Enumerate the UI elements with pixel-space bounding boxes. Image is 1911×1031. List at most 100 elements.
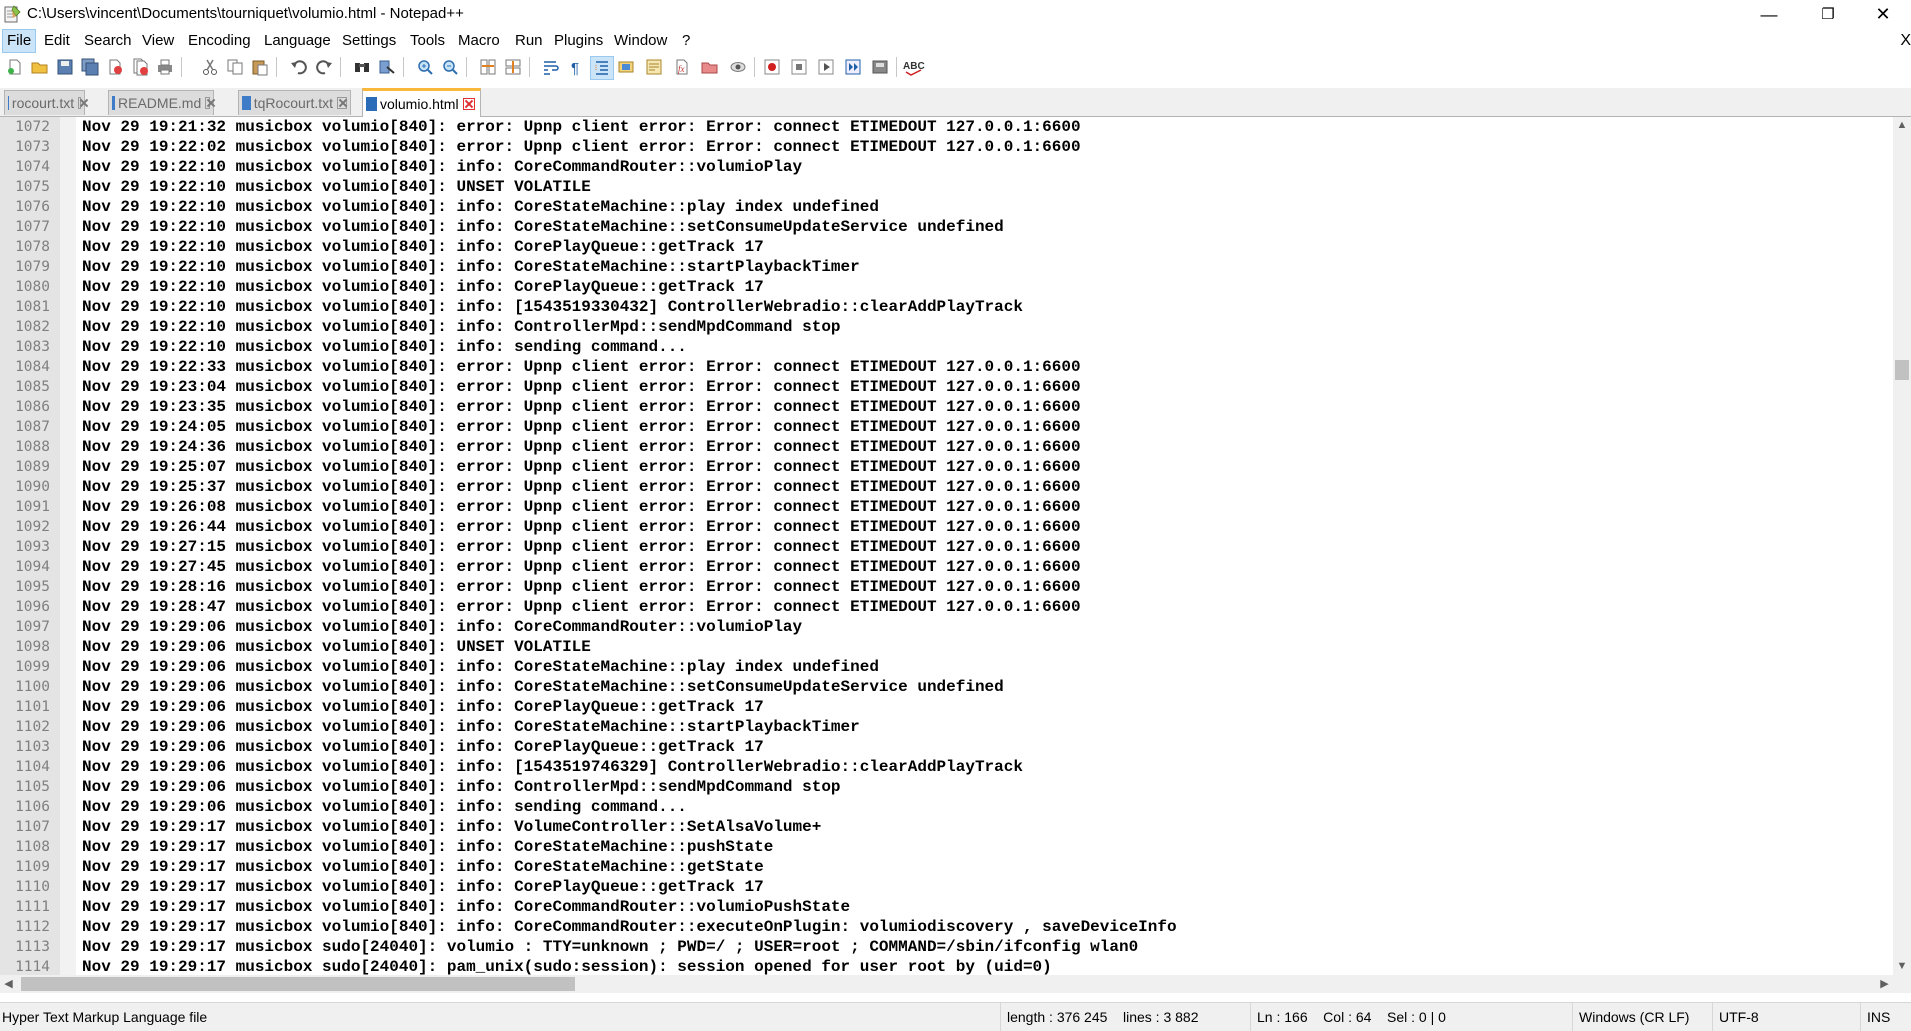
editor-line[interactable]: 1096 Nov 29 19:28:47 musicbox volumio[840… xyxy=(0,597,1893,617)
tab-close-icon[interactable] xyxy=(337,97,347,109)
line-text[interactable]: Nov 29 19:22:02 musicbox volumio[840]: e… xyxy=(82,137,1081,157)
scroll-down-icon[interactable]: ▼ xyxy=(1893,958,1911,975)
editor-line[interactable]: 1103 Nov 29 19:29:06 musicbox volumio[840… xyxy=(0,737,1893,757)
menu-tools[interactable]: Tools xyxy=(406,30,449,52)
open-file-icon[interactable] xyxy=(29,56,51,78)
line-text[interactable]: Nov 29 19:27:45 musicbox volumio[840]: e… xyxy=(82,557,1081,577)
editor-line[interactable]: 1080 Nov 29 19:22:10 musicbox volumio[840… xyxy=(0,277,1893,297)
line-text[interactable]: Nov 29 19:29:06 musicbox volumio[840]: U… xyxy=(82,637,591,657)
editor-line[interactable]: 1114 Nov 29 19:29:17 musicbox sudo[24040]… xyxy=(0,957,1893,975)
editor-line[interactable]: 1076 Nov 29 19:22:10 musicbox volumio[840… xyxy=(0,197,1893,217)
horizontal-scroll-thumb[interactable] xyxy=(21,977,575,991)
vertical-scroll-thumb[interactable] xyxy=(1895,360,1909,380)
line-text[interactable]: Nov 29 19:22:10 musicbox volumio[840]: i… xyxy=(82,317,841,337)
folder-as-workspace-icon[interactable] xyxy=(699,56,721,78)
maximize-button[interactable]: ❐ xyxy=(1800,0,1856,29)
line-text[interactable]: Nov 29 19:22:10 musicbox volumio[840]: i… xyxy=(82,277,764,297)
editor-line[interactable]: 1112 Nov 29 19:29:17 musicbox volumio[840… xyxy=(0,917,1893,937)
editor-area[interactable]: 1072 Nov 29 19:21:32 musicbox volumio[840… xyxy=(0,117,1893,975)
menu-encoding[interactable]: Encoding xyxy=(184,30,255,52)
line-text[interactable]: Nov 29 19:26:08 musicbox volumio[840]: e… xyxy=(82,497,1081,517)
line-text[interactable]: Nov 29 19:29:06 musicbox volumio[840]: i… xyxy=(82,737,764,757)
line-text[interactable]: Nov 29 19:24:36 musicbox volumio[840]: e… xyxy=(82,437,1081,457)
undo-icon[interactable] xyxy=(288,56,310,78)
editor-line[interactable]: 1101 Nov 29 19:29:06 musicbox volumio[840… xyxy=(0,697,1893,717)
editor-line[interactable]: 1085 Nov 29 19:23:04 musicbox volumio[840… xyxy=(0,377,1893,397)
close-all-icon[interactable] xyxy=(129,56,151,78)
line-text[interactable]: Nov 29 19:21:32 musicbox volumio[840]: e… xyxy=(82,117,1081,137)
editor-line[interactable]: 1092 Nov 29 19:26:44 musicbox volumio[840… xyxy=(0,517,1893,537)
line-text[interactable]: Nov 29 19:29:17 musicbox volumio[840]: i… xyxy=(82,837,773,857)
stop-record-icon[interactable] xyxy=(788,56,810,78)
editor-line[interactable]: 1094 Nov 29 19:27:45 musicbox volumio[840… xyxy=(0,557,1893,577)
line-text[interactable]: Nov 29 19:28:47 musicbox volumio[840]: e… xyxy=(82,597,1081,617)
editor-line[interactable]: 1104 Nov 29 19:29:06 musicbox volumio[840… xyxy=(0,757,1893,777)
menu-language[interactable]: Language xyxy=(260,30,335,52)
line-text[interactable]: Nov 29 19:29:17 musicbox volumio[840]: i… xyxy=(82,857,764,877)
line-text[interactable]: Nov 29 19:22:10 musicbox volumio[840]: i… xyxy=(82,297,1023,317)
sync-vertical-icon[interactable] xyxy=(477,56,499,78)
line-text[interactable]: Nov 29 19:25:37 musicbox volumio[840]: e… xyxy=(82,477,1081,497)
redo-icon[interactable] xyxy=(313,56,335,78)
line-text[interactable]: Nov 29 19:28:16 musicbox volumio[840]: e… xyxy=(82,577,1081,597)
spell-check-icon[interactable]: ABC xyxy=(903,56,925,78)
tab-readme[interactable]: README.md xyxy=(108,90,214,115)
editor-line[interactable]: 1087 Nov 29 19:24:05 musicbox volumio[840… xyxy=(0,417,1893,437)
editor-line[interactable]: 1078 Nov 29 19:22:10 musicbox volumio[840… xyxy=(0,237,1893,257)
editor-line[interactable]: 1077 Nov 29 19:22:10 musicbox volumio[840… xyxy=(0,217,1893,237)
line-text[interactable]: Nov 29 19:23:04 musicbox volumio[840]: e… xyxy=(82,377,1081,397)
editor-line[interactable]: 1105 Nov 29 19:29:06 musicbox volumio[840… xyxy=(0,777,1893,797)
status-eol[interactable]: Windows (CR LF) xyxy=(1572,1003,1712,1031)
editor-line[interactable]: 1093 Nov 29 19:27:15 musicbox volumio[840… xyxy=(0,537,1893,557)
indent-guide-icon[interactable] xyxy=(590,56,614,80)
line-text[interactable]: Nov 29 19:29:17 musicbox volumio[840]: i… xyxy=(82,897,850,917)
editor-line[interactable]: 1109 Nov 29 19:29:17 musicbox volumio[840… xyxy=(0,857,1893,877)
close-document-button[interactable]: X xyxy=(1900,30,1911,52)
zoom-out-icon[interactable] xyxy=(439,56,461,78)
menu-help[interactable]: ? xyxy=(678,30,694,52)
line-text[interactable]: Nov 29 19:22:10 musicbox volumio[840]: i… xyxy=(82,257,860,277)
editor-line[interactable]: 1075 Nov 29 19:22:10 musicbox volumio[840… xyxy=(0,177,1893,197)
line-text[interactable]: Nov 29 19:29:17 musicbox sudo[24040]: vo… xyxy=(82,937,1138,957)
menu-macro[interactable]: Macro xyxy=(454,30,504,52)
line-text[interactable]: Nov 29 19:29:06 musicbox volumio[840]: i… xyxy=(82,777,841,797)
line-text[interactable]: Nov 29 19:22:10 musicbox volumio[840]: i… xyxy=(82,157,802,177)
line-text[interactable]: Nov 29 19:26:44 musicbox volumio[840]: e… xyxy=(82,517,1081,537)
scroll-left-icon[interactable]: ◀ xyxy=(0,975,17,993)
editor-line[interactable]: 1073 Nov 29 19:22:02 musicbox volumio[840… xyxy=(0,137,1893,157)
print-icon[interactable] xyxy=(154,56,176,78)
line-text[interactable]: Nov 29 19:29:06 musicbox volumio[840]: i… xyxy=(82,617,802,637)
line-text[interactable]: Nov 29 19:27:15 musicbox volumio[840]: e… xyxy=(82,537,1081,557)
line-text[interactable]: Nov 29 19:23:35 musicbox volumio[840]: e… xyxy=(82,397,1081,417)
line-text[interactable]: Nov 29 19:29:06 musicbox volumio[840]: i… xyxy=(82,697,764,717)
editor-line[interactable]: 1095 Nov 29 19:28:16 musicbox volumio[840… xyxy=(0,577,1893,597)
scroll-up-icon[interactable]: ▲ xyxy=(1893,117,1911,134)
cut-icon[interactable] xyxy=(199,56,221,78)
menu-window[interactable]: Window xyxy=(610,30,671,52)
menu-run[interactable]: Run xyxy=(511,30,547,52)
status-encoding[interactable]: UTF-8 xyxy=(1712,1003,1860,1031)
editor-line[interactable]: 1083 Nov 29 19:22:10 musicbox volumio[840… xyxy=(0,337,1893,357)
editor-line[interactable]: 1090 Nov 29 19:25:37 musicbox volumio[840… xyxy=(0,477,1893,497)
editor-line[interactable]: 1102 Nov 29 19:29:06 musicbox volumio[840… xyxy=(0,717,1893,737)
editor-line[interactable]: 1113 Nov 29 19:29:17 musicbox sudo[24040]… xyxy=(0,937,1893,957)
copy-icon[interactable] xyxy=(224,56,246,78)
tab-close-icon[interactable] xyxy=(462,98,475,110)
editor-line[interactable]: 1072 Nov 29 19:21:32 musicbox volumio[840… xyxy=(0,117,1893,137)
editor-line[interactable]: 1088 Nov 29 19:24:36 musicbox volumio[840… xyxy=(0,437,1893,457)
record-macro-icon[interactable] xyxy=(761,56,783,78)
editor-line[interactable]: 1098 Nov 29 19:29:06 musicbox volumio[840… xyxy=(0,637,1893,657)
show-all-chars-icon[interactable]: ¶ xyxy=(565,56,587,78)
line-text[interactable]: Nov 29 19:22:33 musicbox volumio[840]: e… xyxy=(82,357,1081,377)
line-text[interactable]: Nov 29 19:25:07 musicbox volumio[840]: e… xyxy=(82,457,1081,477)
editor-line[interactable]: 1089 Nov 29 19:25:07 musicbox volumio[840… xyxy=(0,457,1893,477)
menu-search[interactable]: Search xyxy=(80,30,136,52)
run-macro-multiple-icon[interactable] xyxy=(842,56,864,78)
tab-close-icon[interactable] xyxy=(78,97,81,109)
editor-line[interactable]: 1100 Nov 29 19:29:06 musicbox volumio[840… xyxy=(0,677,1893,697)
line-text[interactable]: Nov 29 19:22:10 musicbox volumio[840]: i… xyxy=(82,237,764,257)
editor-line[interactable]: 1081 Nov 29 19:22:10 musicbox volumio[840… xyxy=(0,297,1893,317)
line-text[interactable]: Nov 29 19:22:10 musicbox volumio[840]: i… xyxy=(82,337,687,357)
line-text[interactable]: Nov 29 19:29:06 musicbox volumio[840]: i… xyxy=(82,717,860,737)
editor-line[interactable]: 1108 Nov 29 19:29:17 musicbox volumio[840… xyxy=(0,837,1893,857)
